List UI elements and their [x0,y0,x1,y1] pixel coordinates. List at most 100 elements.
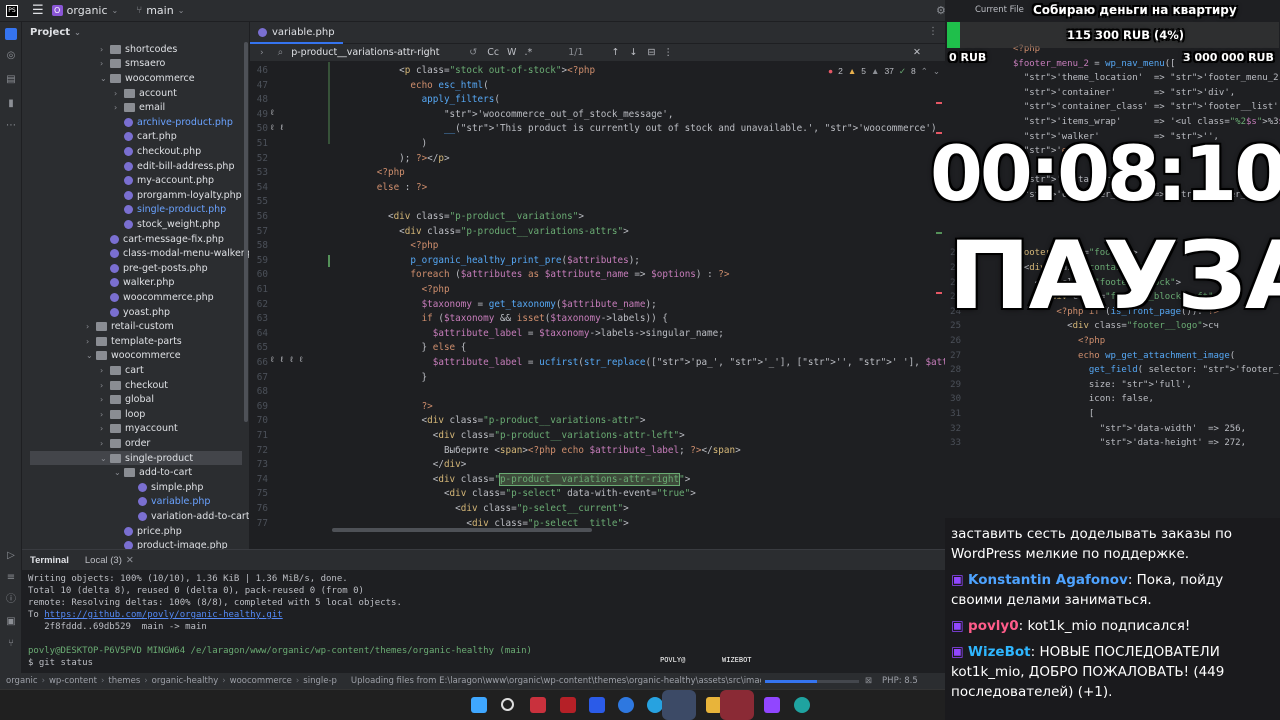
breadcrumb-item[interactable]: themes [108,676,140,686]
chat-username[interactable]: povly0 [968,618,1019,634]
ide-logo-icon[interactable]: PS [6,4,18,17]
tree-file[interactable]: archive-product.php [114,115,233,130]
filter-icon[interactable]: ⊟ [647,47,655,58]
tree-file[interactable]: stock_weight.php [114,217,220,232]
chevron-right-icon[interactable]: › [86,322,96,331]
breadcrumb-item[interactable]: woocommerce [230,676,292,686]
tree-folder[interactable]: ⌄ woocommerce [86,349,181,364]
repo-link[interactable]: https://github.com/povly/organic-healthy… [44,610,282,620]
main-menu-icon[interactable]: ☰ [32,3,44,18]
chevron-down-icon[interactable]: ⌄ [86,351,96,360]
git-icon[interactable]: ⑂ [5,638,17,650]
tree-file[interactable]: class-modal-menu-walker.php [100,246,249,261]
chevron-right-icon[interactable]: › [100,410,110,419]
chevron-right-icon[interactable]: › [86,337,96,346]
tree-file[interactable]: simple.php [128,480,203,495]
app-icon[interactable] [589,697,605,713]
chevron-down-icon[interactable]: ⌄ [114,468,124,477]
structure-icon[interactable]: ▤ [5,74,17,86]
tree-folder[interactable]: › global [100,392,154,407]
services-icon[interactable]: ≡ [5,572,17,584]
bookmarks-icon[interactable]: ▮ [5,98,17,110]
find-input[interactable]: p-product__variations-attr-right [291,47,463,58]
breadcrumb-item[interactable]: organic-healthy [152,676,219,686]
breadcrumb-item[interactable]: organic [6,676,38,686]
folder-icon[interactable] [5,28,17,40]
tree-folder[interactable]: › order [100,436,150,451]
tab-local[interactable]: Local (3) [85,555,122,566]
chevron-up-icon[interactable]: ⌃ [921,66,928,77]
chevron-down-icon[interactable]: ⌄ [100,454,110,463]
tree-file[interactable]: woocommerce.php [100,290,214,305]
telegram-icon[interactable] [647,697,663,713]
commit-icon[interactable]: ◎ [5,50,17,62]
more-vertical-icon[interactable]: ⋮ [928,26,938,37]
app-icon[interactable] [530,697,546,713]
tree-folder[interactable]: › template-parts [86,334,182,349]
tree-file[interactable]: variation-add-to-cart-but [128,509,249,524]
chevron-right-icon[interactable]: › [100,45,110,54]
tree-file[interactable]: variable.php [128,495,210,510]
chevron-right-icon[interactable]: › [100,439,110,448]
start-icon[interactable] [471,697,487,713]
more-vertical-icon[interactable]: ⋮ [663,47,673,58]
tree-folder[interactable]: › smsaero [100,57,165,72]
more-icon[interactable]: ⋯ [5,120,17,132]
branch-switcher[interactable]: ⑂ main ⌄ [136,4,184,17]
tree-folder[interactable]: ⌄ add-to-cart [114,465,192,480]
tree-folder[interactable]: › account [114,86,177,101]
search-icon[interactable] [501,698,514,711]
twitch-icon[interactable] [764,697,780,713]
project-panel-header[interactable]: Project ⌄ [22,22,249,42]
tree-folder[interactable]: › email [114,100,165,115]
run-icon[interactable]: ▷ [5,550,17,562]
tree-file[interactable]: cart.php [114,130,177,145]
chevron-right-icon[interactable]: › [100,381,110,390]
problems-icon[interactable]: ⓘ [5,594,17,606]
chevron-right-icon[interactable]: › [114,89,124,98]
tab-terminal[interactable]: Terminal [30,555,69,566]
tree-folder[interactable]: ⌄ single-product [30,450,242,466]
tree-folder[interactable]: › shortcodes [100,42,177,57]
tree-file[interactable]: price.php [114,524,182,539]
tree-folder[interactable]: › checkout [100,378,168,393]
browser-icon[interactable] [618,697,634,713]
tree-file[interactable]: my-account.php [114,173,214,188]
regex-toggle[interactable]: .* [524,47,532,58]
tree-folder[interactable]: › loop [100,407,145,422]
chevron-right-icon[interactable]: › [100,366,110,375]
edge-icon[interactable] [794,697,810,713]
match-case-toggle[interactable]: Cc [487,47,499,58]
chevron-right-icon[interactable]: › [100,424,110,433]
chevron-right-icon[interactable]: › [260,48,264,58]
tree-file[interactable]: checkout.php [114,144,201,159]
breadcrumb-item[interactable]: wp-content [49,676,97,686]
editor-horizontal-scrollbar[interactable] [332,528,592,532]
chevron-right-icon[interactable]: › [114,103,124,112]
tree-file[interactable]: pre-get-posts.php [100,261,208,276]
php-version[interactable]: PHP: 8.5 [882,676,918,686]
tree-folder[interactable]: › myaccount [100,422,178,437]
chevron-down-icon[interactable]: ⌄ [100,74,110,83]
whole-words-toggle[interactable]: W [507,47,516,58]
tree-folder[interactable]: › cart [100,363,144,378]
tree-folder[interactable]: ⌄ woocommerce [100,71,195,86]
tree-file[interactable]: yoast.php [100,305,170,320]
chat-username[interactable]: Konstantin Agafonov [968,572,1128,588]
project-switcher[interactable]: O organic ⌄ [51,4,118,17]
arrow-down-icon[interactable]: ↓ [630,47,638,58]
filezilla-icon[interactable] [560,697,576,713]
tree-file[interactable]: prorgamm-loyalty.php [114,188,242,203]
breadcrumb-item[interactable]: single-p [303,676,337,686]
chevron-right-icon[interactable]: › [100,59,110,68]
code-editor[interactable]: ● 2 ▲ 5 ▲ 37 ✓ 8 ⌃ ⌄ 46 <p class="stock out-… [250,62,945,540]
tab-variable-php[interactable]: variable.php [250,22,343,44]
tree-file[interactable]: cart-message-fix.php [100,232,224,247]
tree-file[interactable]: product-image.php [114,538,228,549]
tree-folder[interactable]: › retail-custom [86,319,174,334]
tree-file[interactable]: edit-bill-address.php [114,159,234,174]
close-icon[interactable]: ✕ [913,47,921,58]
terminal-panel[interactable]: Terminal Local (3) ✕ Writing objects: 10… [22,549,945,673]
terminal-icon[interactable]: ▣ [5,616,17,628]
current-file-label[interactable]: Current File [975,5,1024,15]
